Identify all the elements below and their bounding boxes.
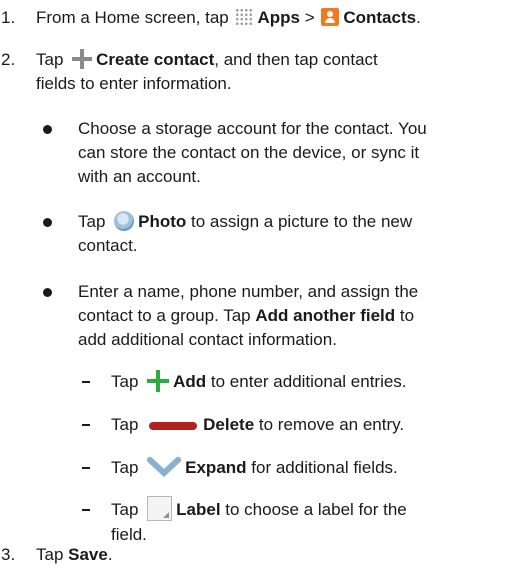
subitem-label: Tap Label to choose a label for the fiel… xyxy=(82,496,507,546)
add-another-field-label: Add another field xyxy=(255,306,396,325)
step-number: 2. xyxy=(1,50,16,69)
dash xyxy=(82,509,90,511)
bullet-dot xyxy=(43,125,52,134)
create-contact-label: Create contact xyxy=(96,50,215,69)
bullet-dot xyxy=(43,218,52,227)
add-label: Add xyxy=(173,372,207,391)
dash xyxy=(82,467,90,469)
expand-label: Expand xyxy=(185,458,247,477)
save-label: Save xyxy=(68,545,108,564)
photo-icon xyxy=(114,210,135,231)
contacts-label: Contacts xyxy=(343,8,417,27)
step-text: Tap Create contact, and then tap contact… xyxy=(36,48,378,93)
label-icon xyxy=(147,496,173,522)
apps-grid-icon xyxy=(235,7,254,26)
subitem-delete: Tap Delete to remove an entry. xyxy=(82,413,507,437)
contacts-icon xyxy=(321,7,340,26)
label-label: Label xyxy=(176,500,221,519)
step-text: From a Home screen, tap Apps > Contacts. xyxy=(36,7,421,27)
subitem-expand: Tap Expand for additional fields. xyxy=(82,455,507,480)
delete-icon xyxy=(149,421,198,430)
expand-icon xyxy=(145,455,183,477)
add-icon xyxy=(147,369,170,392)
dash xyxy=(82,381,90,383)
plus-icon xyxy=(72,48,93,69)
subitem-add: Tap Add to enter additional entries. xyxy=(82,369,507,394)
delete-label: Delete xyxy=(203,415,255,434)
apps-label: Apps xyxy=(257,8,300,27)
dash xyxy=(82,424,90,426)
step-text: Tap Save. xyxy=(36,545,113,564)
step-number: 1. xyxy=(1,8,16,27)
step-number: 3. xyxy=(1,545,16,564)
bullet-dot xyxy=(43,288,52,297)
photo-label: Photo xyxy=(138,212,187,231)
